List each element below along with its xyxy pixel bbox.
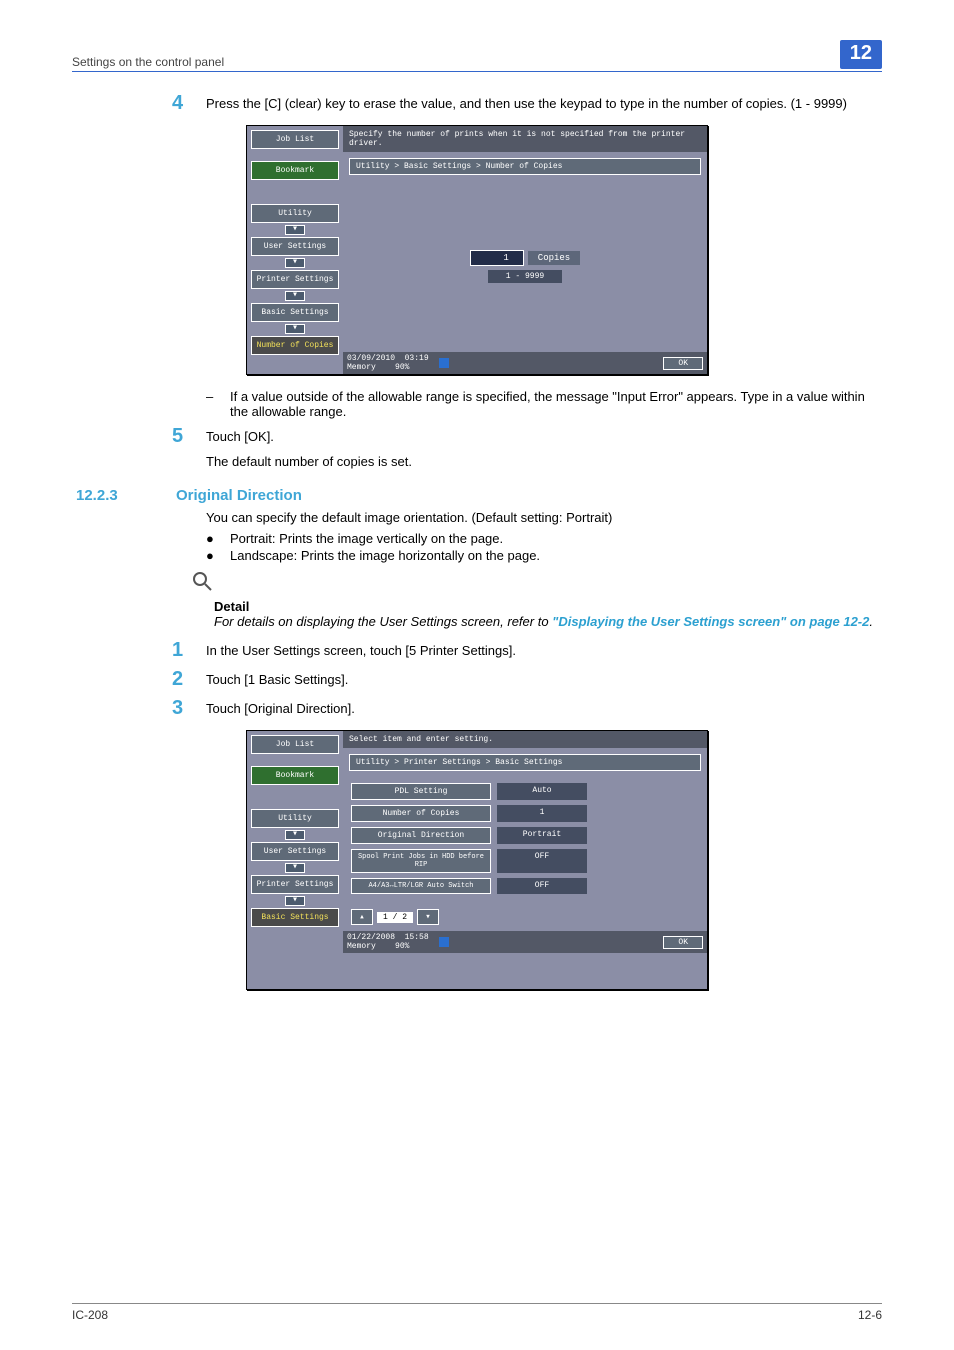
step-b3-number: 3 [172,697,206,720]
step-4-note: If a value outside of the allowable rang… [230,389,882,419]
step-b2-text: Touch [1 Basic Settings]. [206,668,348,687]
footer-model: IC-208 [72,1308,108,1322]
nav-user-settings[interactable]: User Settings [251,237,339,256]
panel-breadcrumb: Utility > Basic Settings > Number of Cop… [349,158,701,175]
nav-printer-settings[interactable]: Printer Settings [251,875,339,894]
setting-auto-switch[interactable]: A4/A3↔LTR/LGR Auto Switch [351,878,491,894]
step-b1-number: 1 [172,639,206,662]
arrow-down-icon: ▾ [285,863,305,873]
setting-auto-switch-value: OFF [497,878,587,894]
disc-bullet: ● [206,531,230,546]
footer-pagenum: 12-6 [858,1308,882,1322]
setting-copies-value: 1 [497,805,587,822]
step-b1-text: In the User Settings screen, touch [5 Pr… [206,639,516,658]
setting-pdl-value: Auto [497,783,587,800]
ok-button[interactable]: OK [663,936,703,949]
disc-bullet: ● [206,548,230,563]
page-header: Settings on the control panel 12 [72,40,882,72]
bookmark-tab[interactable]: Bookmark [251,161,339,180]
memory-icon [439,358,449,368]
nav-basic-settings[interactable]: Basic Settings [251,908,339,927]
footer-datetime-2: 01/22/2008 15:58 Memory 90% [347,933,429,951]
step-b3-text: Touch [Original Direction]. [206,697,355,716]
pager-up-button[interactable]: ▴ [351,909,373,925]
arrow-down-icon: ▾ [285,291,305,301]
panel-instruction: Specify the number of prints when it is … [343,126,707,152]
magnifier-icon [192,571,882,597]
arrow-down-icon: ▾ [285,225,305,235]
detail-body: For details on displaying the User Setti… [214,614,882,629]
setting-pdl[interactable]: PDL Setting [351,783,491,800]
arrow-down-icon: ▾ [285,324,305,334]
bullet-portrait: Portrait: Prints the image vertically on… [230,531,503,546]
pager-down-button[interactable]: ▾ [417,909,439,925]
nav-basic-settings[interactable]: Basic Settings [251,303,339,322]
step-5-result: The default number of copies is set. [206,454,882,469]
step-5-number: 5 [172,425,206,448]
nav-number-of-copies[interactable]: Number of Copies [251,336,339,355]
section-number: 12.2.3 [72,487,176,504]
section-title: Original Direction [176,487,302,504]
setting-original-direction[interactable]: Original Direction [351,827,491,844]
bullet-landscape: Landscape: Prints the image horizontally… [230,548,540,563]
panel-instruction-2: Select item and enter setting. [343,731,707,748]
setting-spool[interactable]: Spool Print Jobs in HDD before RIP [351,849,491,873]
copies-label: Copies [528,251,580,265]
job-list-tab[interactable]: Job List [251,130,339,149]
screenshot-basic-settings: Job List Bookmark Utility ▾ User Setting… [246,730,708,990]
step-4-number: 4 [172,92,206,115]
detail-link[interactable]: "Displaying the User Settings screen" on… [552,614,869,629]
arrow-down-icon: ▾ [285,830,305,840]
chapter-number-badge: 12 [840,40,882,69]
copies-range: 1 - 9999 [488,270,562,283]
nav-printer-settings[interactable]: Printer Settings [251,270,339,289]
step-b2-number: 2 [172,668,206,691]
job-list-tab[interactable]: Job List [251,735,339,754]
dash-bullet: – [206,389,230,419]
copies-input[interactable]: 1 [470,250,524,266]
nav-user-settings[interactable]: User Settings [251,842,339,861]
nav-utility[interactable]: Utility [251,809,339,828]
ok-button[interactable]: OK [663,357,703,370]
header-breadcrumb: Settings on the control panel [72,55,224,69]
section-intro: You can specify the default image orient… [206,510,882,525]
nav-utility[interactable]: Utility [251,204,339,223]
step-5-text: Touch [OK]. [206,425,274,444]
memory-icon [439,937,449,947]
arrow-down-icon: ▾ [285,258,305,268]
setting-spool-value: OFF [497,849,587,873]
arrow-down-icon: ▾ [285,896,305,906]
panel-breadcrumb-2: Utility > Printer Settings > Basic Setti… [349,754,701,771]
setting-original-direction-value: Portrait [497,827,587,844]
step-4-text: Press the [C] (clear) key to erase the v… [206,92,847,111]
footer-datetime: 03/09/2010 03:19 Memory 90% [347,354,429,372]
bookmark-tab[interactable]: Bookmark [251,766,339,785]
detail-heading: Detail [214,599,882,614]
screenshot-copies: Job List Bookmark Utility ▾ User Setting… [246,125,708,375]
pager-label: 1 / 2 [377,912,413,923]
setting-copies[interactable]: Number of Copies [351,805,491,822]
page-footer: IC-208 12-6 [72,1303,882,1322]
